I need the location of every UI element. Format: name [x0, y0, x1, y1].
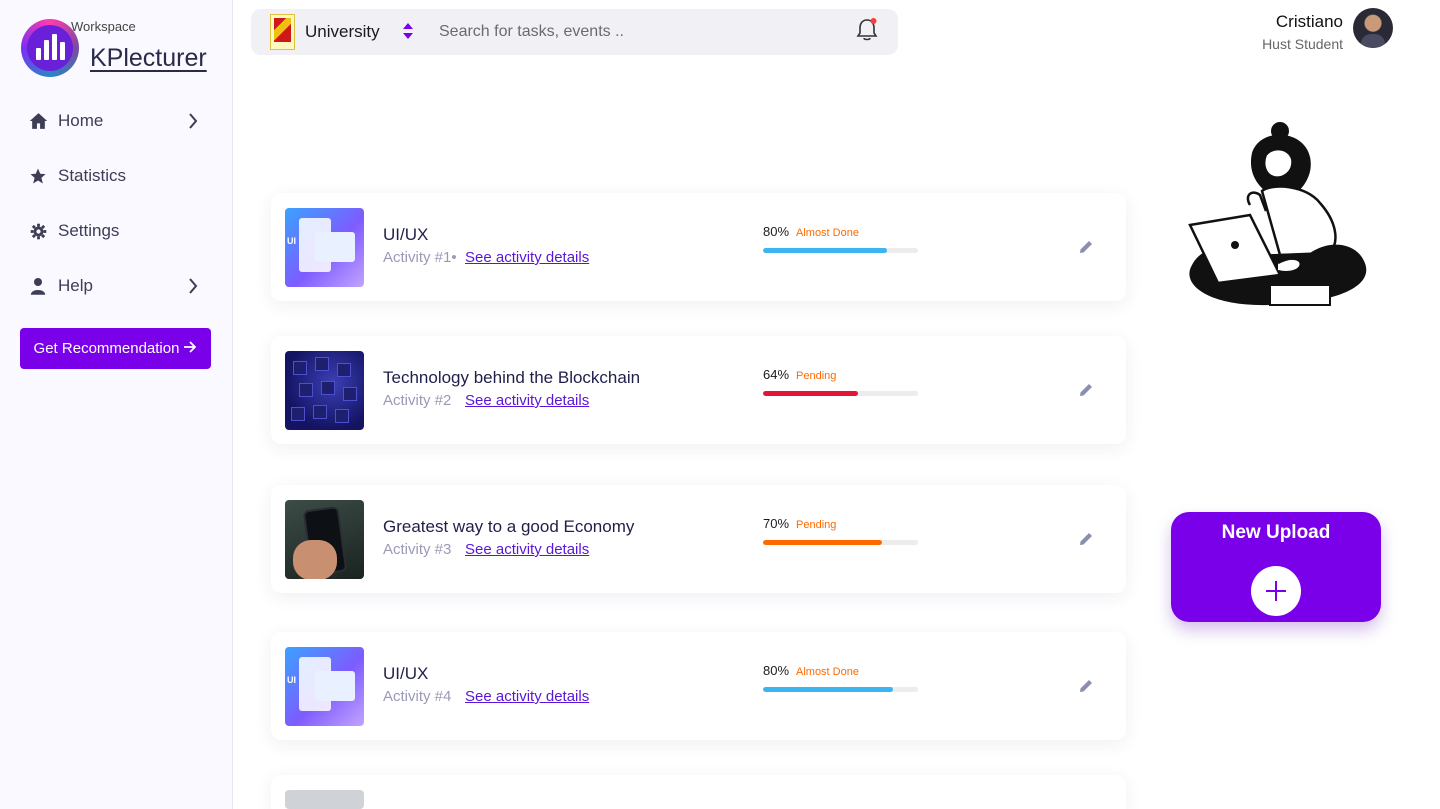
activity-card[interactable]: UI UI/UX Activity #1• See activity detai… [271, 193, 1126, 301]
sidebar-item-help[interactable]: Help [28, 271, 198, 301]
progress-percent: 80% [763, 663, 790, 678]
pencil-icon[interactable] [1078, 531, 1094, 552]
progress-percent: 64% [763, 367, 790, 382]
user-role: Hust Student [1262, 36, 1343, 52]
activity-card[interactable]: Greatest way to a good Economy Activity … [271, 485, 1126, 593]
see-activity-details-link[interactable]: See activity details [465, 392, 589, 409]
workspace-label: Workspace [71, 19, 136, 34]
activity-card[interactable] [271, 775, 1126, 809]
activity-thumbnail [285, 500, 364, 579]
sidebar: Workspace KPlecturer Home Statistics Set… [0, 0, 233, 809]
pencil-icon[interactable] [1078, 239, 1094, 260]
progress-bar [763, 391, 918, 396]
chevron-right-icon [188, 113, 198, 134]
sidebar-item-home[interactable]: Home [28, 106, 198, 136]
see-activity-details-link[interactable]: See activity details [465, 249, 589, 266]
sidebar-item-label: Home [58, 111, 104, 130]
activity-title: UI/UX [383, 664, 429, 683]
activity-title: Greatest way to a good Economy [383, 517, 635, 536]
progress-percent: 80% [763, 224, 790, 239]
activity-thumbnail: UI [285, 208, 364, 287]
bell-icon[interactable] [855, 17, 879, 48]
search-bar: University [251, 9, 898, 55]
add-upload-button[interactable] [1251, 566, 1301, 616]
progress-bar [763, 687, 918, 692]
progress-bar-fill [763, 391, 858, 396]
new-upload-card[interactable]: New Upload [1171, 512, 1381, 622]
user-name: Cristiano [1275, 12, 1343, 31]
status-label: Pending [796, 519, 837, 531]
arrow-right-icon [183, 340, 197, 357]
progress-bar-fill [763, 248, 887, 253]
activity-thumbnail: UI [285, 647, 364, 726]
activity-thumbnail [285, 351, 364, 430]
activity-title: UI/UX [383, 225, 429, 244]
person-with-laptop-illustration [1188, 122, 1367, 306]
activity-number: Activity #1• [383, 249, 457, 266]
see-activity-details-link[interactable]: See activity details [465, 541, 589, 558]
sidebar-item-statistics[interactable]: Statistics [28, 161, 198, 191]
org-selector-label[interactable]: University [305, 22, 380, 42]
search-input[interactable] [439, 17, 839, 47]
gear-icon [28, 221, 48, 241]
sidebar-item-label: Help [58, 276, 93, 295]
sidebar-item-label: Statistics [58, 166, 127, 185]
activity-number: Activity #4 [383, 688, 452, 705]
progress-bar-fill [763, 687, 894, 692]
status-label: Pending [796, 370, 837, 382]
activity-thumbnail [285, 790, 364, 809]
see-activity-details-link[interactable]: See activity details [465, 688, 589, 705]
avatar[interactable] [1353, 8, 1393, 48]
activity-title: Technology behind the Blockchain [383, 368, 641, 387]
pencil-icon[interactable] [1078, 678, 1094, 699]
activity-number: Activity #2 [383, 392, 452, 409]
progress-bar [763, 540, 918, 545]
chevron-right-icon [188, 278, 198, 299]
progress-bar [763, 248, 918, 253]
sidebar-item-label: Settings [58, 221, 120, 240]
plus-icon [1266, 581, 1286, 601]
activity-number: Activity #3 [383, 541, 452, 558]
status-label: Almost Done [796, 666, 859, 678]
home-icon [28, 111, 48, 131]
star-icon [28, 166, 48, 186]
get-recommendation-label: Get Recommendation [33, 340, 180, 357]
progress-percent: 70% [763, 516, 790, 531]
activity-card[interactable]: Technology behind the Blockchain Activit… [271, 336, 1126, 444]
sort-updown-icon[interactable] [402, 22, 414, 45]
new-upload-title: New Upload [1221, 522, 1331, 543]
sidebar-item-settings[interactable]: Settings [28, 216, 198, 246]
pencil-icon[interactable] [1078, 382, 1094, 403]
university-logo [270, 14, 295, 50]
activity-card[interactable]: UI UI/UX Activity #4 See activity detail… [271, 632, 1126, 740]
user-icon [28, 276, 48, 296]
progress-bar-fill [763, 540, 883, 545]
status-label: Almost Done [796, 227, 859, 239]
brand-name[interactable]: KPlecturer [90, 44, 207, 73]
bar-chart-icon [27, 25, 73, 71]
get-recommendation-button[interactable]: Get Recommendation [20, 328, 211, 369]
